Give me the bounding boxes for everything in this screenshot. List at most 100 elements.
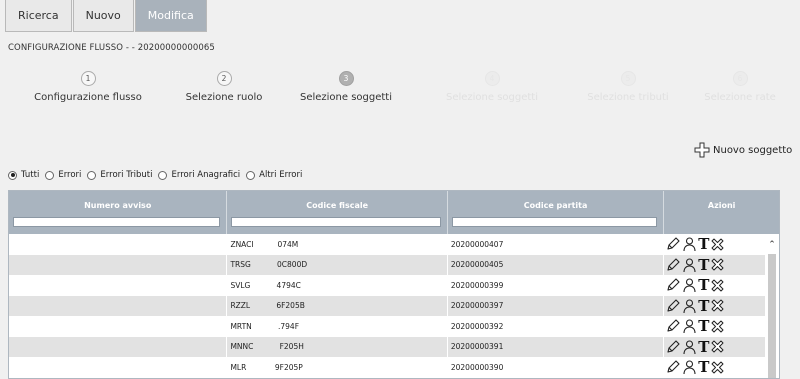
radio-selected[interactable] [8, 170, 17, 180]
radio[interactable] [158, 170, 168, 180]
tab-ricerca[interactable]: Ricerca [5, 0, 72, 32]
scrollbar-thumb[interactable] [768, 254, 776, 378]
step-number: 3 [338, 71, 354, 86]
filter-errori[interactable]: Errori [45, 170, 81, 180]
table-row[interactable]: ZNACI 074M 20200000407 T [9, 234, 779, 255]
pencil-icon[interactable] [665, 257, 681, 273]
chevron-up-icon[interactable]: ⌃ [765, 234, 779, 250]
cell-codice-partita: 20200000391 [448, 336, 665, 357]
user-icon[interactable] [682, 318, 697, 334]
delete-icon[interactable] [710, 339, 725, 354]
pencil-icon[interactable] [665, 236, 681, 252]
cell-azioni: T [664, 234, 779, 255]
text-icon[interactable]: T [698, 319, 709, 334]
step-label: Selezione soggetti [445, 92, 539, 103]
filter-label: Altri Errori [259, 170, 303, 180]
radio[interactable] [246, 170, 256, 180]
filter-tutti[interactable]: Tutti [8, 170, 39, 180]
filter-errori-anagrafici[interactable]: Errori Anagrafici [158, 170, 240, 180]
cell-codice-partita: 20200000392 [448, 316, 665, 337]
table-row[interactable]: MNNC F205H 20200000391 T [9, 336, 779, 358]
subjects-grid: Numero avviso Codice fiscale Codice part… [8, 190, 780, 379]
pencil-icon[interactable] [665, 359, 681, 375]
table-row[interactable]: MLR 9F205P 20200000390 T [9, 357, 779, 378]
wizard-step-6: 6 Selezione rate [665, 71, 800, 103]
filter-label: Errori Tributi [100, 170, 153, 180]
plus-icon [694, 142, 710, 158]
table-row[interactable]: TRSG 0C800D 20200000405 T [9, 254, 779, 276]
filter-numero-avviso-input[interactable] [13, 217, 221, 227]
cell-numero-avviso [9, 275, 228, 296]
pencil-icon[interactable] [665, 339, 681, 355]
user-icon[interactable] [682, 339, 697, 355]
cell-codice-fiscale: TRSG 0C800D [227, 254, 448, 275]
cell-codice-fiscale: MRTN .794F [227, 316, 448, 337]
delete-icon[interactable] [710, 298, 725, 313]
step-number: 2 [216, 71, 232, 86]
pencil-icon[interactable] [665, 277, 681, 293]
user-icon[interactable] [682, 236, 697, 252]
cell-codice-partita: 20200000405 [448, 254, 665, 275]
cell-codice-partita: 20200000397 [448, 295, 665, 316]
delete-icon[interactable] [710, 257, 725, 272]
tab-nuovo[interactable]: Nuovo [72, 0, 134, 32]
text-icon[interactable]: T [698, 298, 709, 313]
error-filter-group: Tutti Errori Errori Tributi Errori Anagr… [8, 170, 308, 180]
table-row[interactable]: RZZL 6F205B 20200000397 T [9, 295, 779, 316]
new-subject-label: Nuovo soggetto [713, 144, 793, 156]
grid-body: ZNACI 074M 20200000407 T TRSG 0C800D 202… [9, 234, 779, 378]
column-title: Azioni [707, 201, 736, 210]
wizard-step-3[interactable]: 3 Selezione soggetti [271, 71, 421, 103]
radio[interactable] [87, 170, 97, 180]
pencil-icon[interactable] [665, 318, 681, 334]
user-icon[interactable] [682, 359, 697, 375]
filter-label: Errori [58, 170, 82, 180]
column-header-azioni: Azioni [664, 191, 779, 234]
delete-icon[interactable] [710, 319, 725, 334]
delete-icon[interactable] [710, 278, 725, 293]
column-title: Codice partita [523, 201, 588, 210]
cell-codice-fiscale: ZNACI 074M [227, 234, 448, 255]
filter-codice-fiscale-input[interactable] [231, 217, 441, 227]
column-header-numero-avviso[interactable]: Numero avviso [9, 191, 228, 234]
cell-numero-avviso [9, 254, 228, 275]
cell-codice-fiscale: MLR 9F205P [227, 357, 448, 378]
table-row[interactable]: MRTN .794F 20200000392 T [9, 316, 779, 337]
page-title: CONFIGURAZIONE FLUSSO - - 20200000000065 [8, 43, 215, 53]
column-title: Codice fiscale [306, 201, 369, 210]
column-header-codice-partita[interactable]: Codice partita [448, 191, 665, 234]
step-number: 5 [620, 71, 636, 86]
filter-altri-errori[interactable]: Altri Errori [246, 170, 302, 180]
cell-numero-avviso [9, 336, 228, 357]
cell-azioni: T [664, 337, 779, 358]
cell-azioni: T [664, 275, 779, 296]
cell-codice-partita: 20200000390 [448, 357, 665, 378]
tab-modifica[interactable]: Modifica [134, 0, 207, 32]
user-icon[interactable] [682, 277, 697, 293]
column-header-codice-fiscale[interactable]: Codice fiscale [227, 191, 448, 234]
delete-icon[interactable] [710, 237, 725, 252]
user-icon[interactable] [682, 257, 697, 273]
grid-scrollbar[interactable]: ⌃ [765, 234, 779, 378]
table-row[interactable]: SVLG 4794C 20200000399 T [9, 275, 779, 296]
user-icon[interactable] [682, 298, 697, 314]
wizard-step-1[interactable]: 1 Configurazione flusso [13, 71, 163, 103]
text-icon[interactable]: T [698, 339, 709, 354]
cell-numero-avviso [9, 357, 228, 378]
text-icon[interactable]: T [698, 278, 709, 293]
radio[interactable] [45, 170, 55, 180]
cell-azioni: T [664, 255, 779, 276]
delete-icon[interactable] [710, 360, 725, 375]
new-subject-button[interactable]: Nuovo soggetto [694, 142, 792, 158]
filter-errori-tributi[interactable]: Errori Tributi [87, 170, 152, 180]
pencil-icon[interactable] [665, 298, 681, 314]
cell-azioni: T [664, 316, 779, 337]
filter-codice-partita-input[interactable] [451, 217, 658, 227]
step-label: Selezione soggetti [299, 92, 393, 103]
step-number: 1 [80, 71, 96, 86]
cell-numero-avviso [9, 316, 228, 337]
grid-header: Numero avviso Codice fiscale Codice part… [9, 191, 779, 234]
text-icon[interactable]: T [698, 257, 709, 272]
text-icon[interactable]: T [698, 237, 709, 252]
text-icon[interactable]: T [698, 360, 709, 375]
